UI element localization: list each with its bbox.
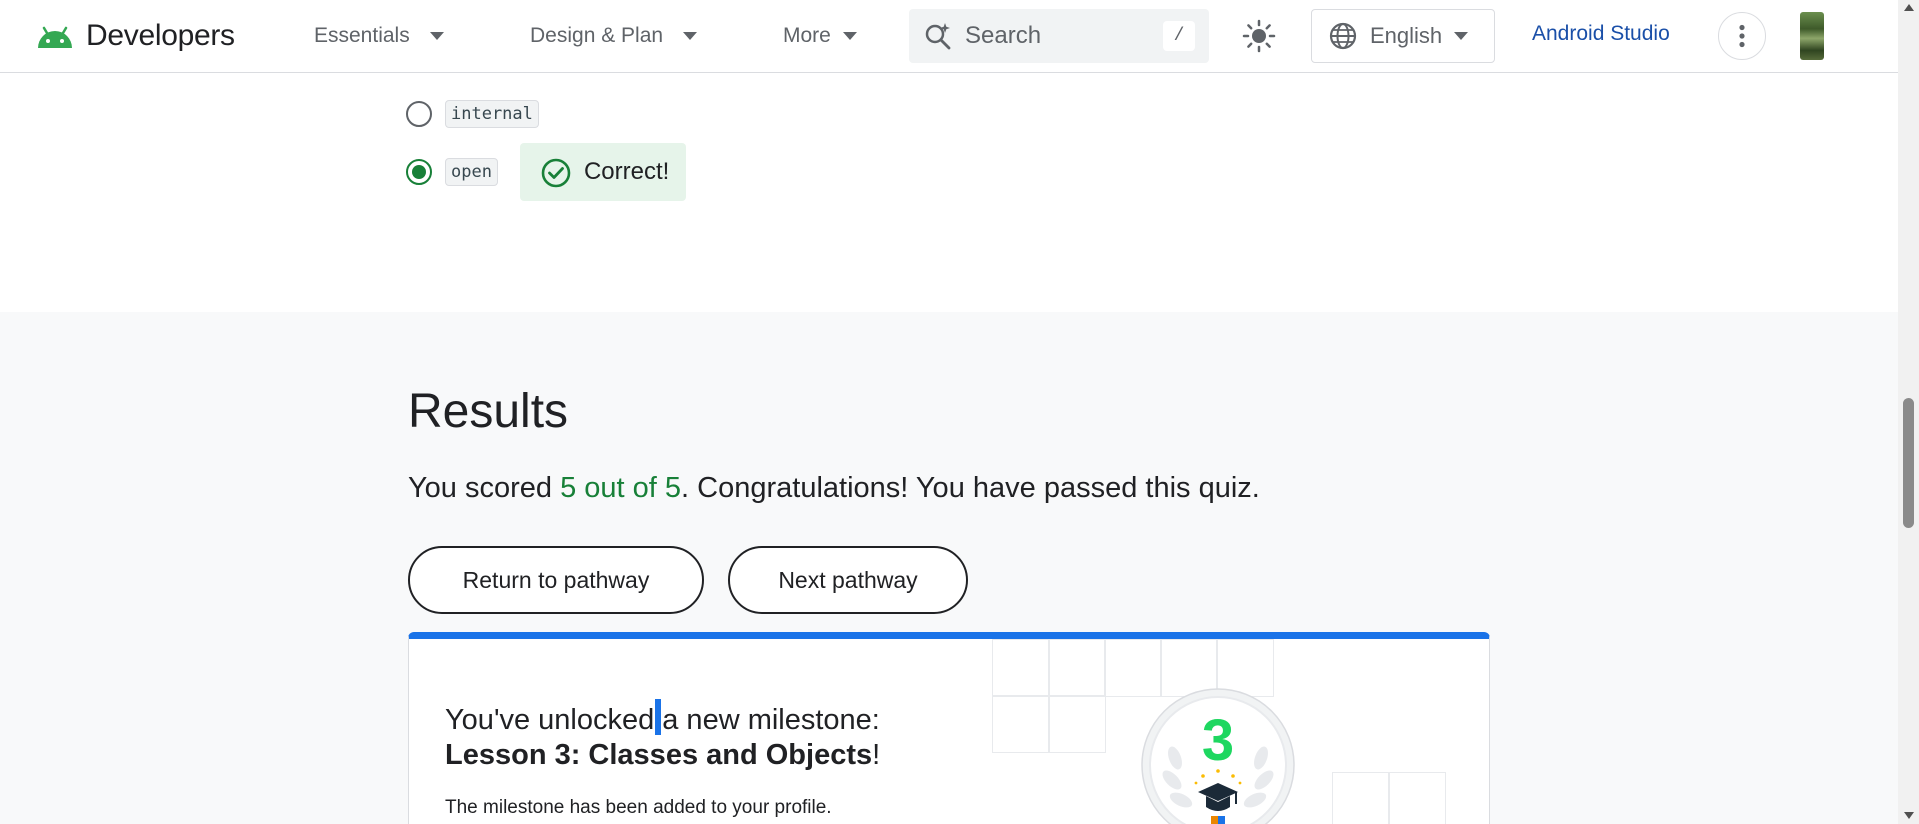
milestone-note: The milestone has been added to your pro… bbox=[445, 797, 832, 818]
developers-logo[interactable]: Developers bbox=[34, 18, 235, 54]
brand-name: Developers bbox=[86, 19, 235, 52]
chevron-down-icon bbox=[842, 32, 857, 40]
milestone-lesson: Lesson 3: Classes and Objects! bbox=[445, 739, 880, 772]
top-nav: Developers Essentials Design & Plan More… bbox=[0, 0, 1898, 73]
android-logo-icon bbox=[38, 26, 72, 48]
milestone-heading-start: You've unlocked bbox=[445, 704, 655, 736]
lesson-suffix: ! bbox=[872, 739, 881, 771]
tab-more[interactable]: More bbox=[783, 0, 857, 72]
chevron-down-icon bbox=[1454, 32, 1469, 40]
sun-icon bbox=[1242, 19, 1276, 53]
quiz-question: internal open Correct! bbox=[0, 73, 1898, 312]
text-cursor bbox=[655, 699, 662, 735]
quiz-option-internal[interactable]: internal bbox=[406, 100, 539, 128]
theme-toggle-button[interactable] bbox=[1235, 12, 1283, 60]
scroll-up-arrow-icon[interactable] bbox=[1904, 4, 1914, 11]
globe-icon bbox=[1329, 22, 1357, 50]
check-circle-icon bbox=[541, 158, 571, 188]
avatar[interactable] bbox=[1800, 12, 1824, 60]
chevron-down-icon bbox=[683, 32, 698, 40]
radio-button-selected[interactable] bbox=[406, 159, 432, 185]
search-sparkle-icon bbox=[925, 23, 951, 50]
language-selector[interactable]: English bbox=[1311, 9, 1495, 63]
tab-essentials[interactable]: Essentials bbox=[314, 0, 444, 72]
milestone-heading: You've unlocked a new milestone: bbox=[445, 699, 880, 737]
score-prefix: You scored bbox=[408, 472, 561, 504]
more-vert-icon bbox=[1739, 24, 1745, 48]
quiz-option-open[interactable]: open Correct! bbox=[406, 143, 687, 201]
return-to-pathway-button[interactable]: Return to pathway bbox=[408, 546, 704, 614]
milestone-badge: 3 bbox=[1141, 688, 1295, 824]
chevron-down-icon bbox=[429, 32, 444, 40]
scroll-down-arrow-icon[interactable] bbox=[1904, 812, 1914, 819]
tab-more-label: More bbox=[783, 24, 831, 47]
tab-design-plan-label: Design & Plan bbox=[530, 24, 664, 47]
next-pathway-button[interactable]: Next pathway bbox=[728, 546, 968, 614]
option-code: internal bbox=[445, 100, 539, 128]
feedback-text: Correct! bbox=[583, 158, 670, 185]
milestone-card: You've unlocked a new milestone: Lesson 3… bbox=[408, 632, 1490, 824]
score-text: You scored 5 out of 5. Congratulations! … bbox=[408, 472, 1260, 505]
tab-essentials-label: Essentials bbox=[314, 24, 410, 47]
search-box[interactable]: / bbox=[909, 9, 1209, 63]
search-shortcut-key: / bbox=[1163, 21, 1195, 51]
more-options-button[interactable] bbox=[1718, 12, 1766, 60]
tab-design-plan[interactable]: Design & Plan bbox=[530, 0, 698, 72]
android-studio-link[interactable]: Android Studio bbox=[1532, 22, 1670, 46]
scrollbar-thumb[interactable] bbox=[1903, 398, 1914, 528]
radio-button[interactable] bbox=[406, 101, 432, 127]
option-code: open bbox=[445, 158, 498, 186]
search-input[interactable] bbox=[963, 21, 1147, 51]
lesson-title: Lesson 3: Classes and Objects bbox=[445, 739, 873, 771]
score-value: 5 out of 5 bbox=[560, 472, 682, 504]
badge-number: 3 bbox=[1202, 708, 1234, 773]
milestone-heading-end: a new milestone: bbox=[662, 704, 880, 736]
correct-feedback: Correct! bbox=[519, 143, 687, 201]
language-label: English bbox=[1370, 23, 1443, 48]
score-suffix: . Congratulations! You have passed this … bbox=[681, 472, 1260, 504]
results-title: Results bbox=[408, 385, 569, 438]
page-scrollbar[interactable] bbox=[1898, 0, 1919, 824]
